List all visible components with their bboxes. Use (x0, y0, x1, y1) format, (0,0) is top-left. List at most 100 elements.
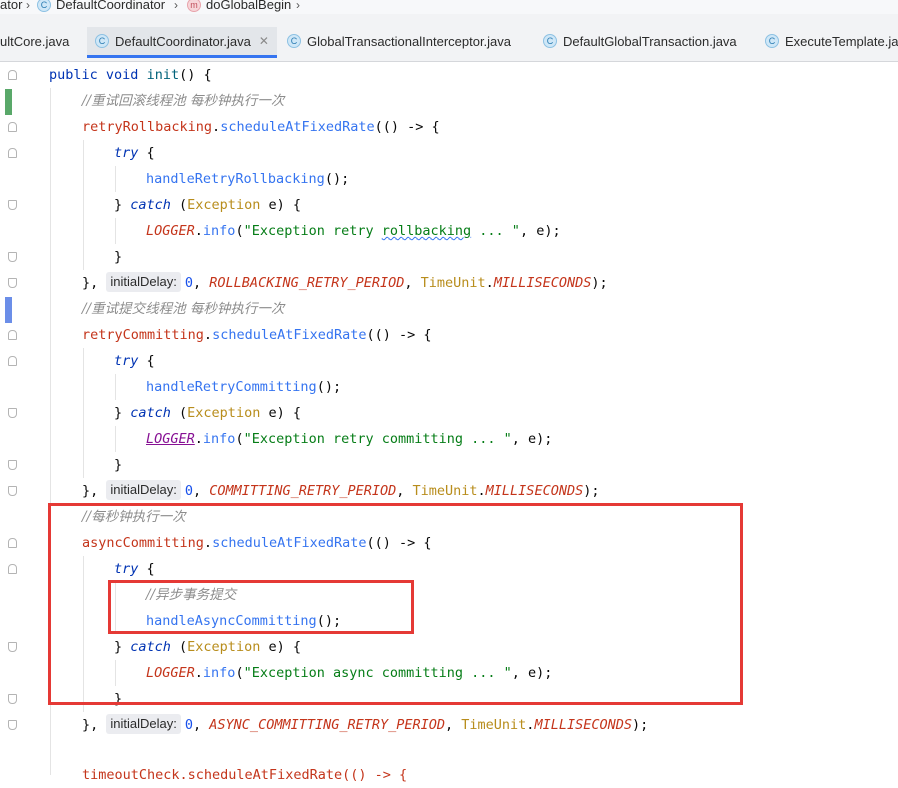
code-line: try { (114, 348, 155, 374)
punctuation: (); (316, 379, 342, 395)
breadcrumb-item-class[interactable]: C DefaultCoordinator (37, 0, 165, 12)
punctuation: ( (170, 405, 188, 421)
code-editor[interactable]: public void init() { //重试回滚线程池 每秒钟执行一次 r… (0, 62, 898, 783)
fold-icon[interactable] (8, 122, 17, 132)
class-icon: C (543, 34, 557, 48)
fold-icon[interactable] (8, 538, 17, 548)
punctuation: } (114, 405, 131, 421)
code-line: timeoutCheck.scheduleAtFixedRate(() -> { (82, 762, 407, 788)
fold-icon[interactable] (8, 486, 17, 496)
method-call: handleRetryRollbacking (146, 171, 325, 187)
code-line: }, initialDelay: 0, ROLLBACKING_RETRY_PER… (82, 272, 608, 292)
fold-icon[interactable] (8, 564, 17, 574)
punctuation: } (114, 197, 131, 213)
string-literal-typo: rollbacking (381, 223, 472, 239)
tab-label: ExecuteTemplate.jav (785, 33, 898, 49)
punctuation: (() -> { (374, 119, 440, 135)
method-call: handleRetryCommitting (146, 379, 317, 395)
code-line: handleRetryRollbacking(); (146, 166, 349, 192)
breadcrumb-label: ator (0, 0, 23, 12)
editor-tab-bar: ultCore.java C DefaultCoordinator.java ✕… (0, 14, 898, 62)
constant-ref: MILLISECONDS (534, 717, 632, 733)
tab-core[interactable]: ultCore.java (0, 28, 69, 54)
keyword: void (105, 67, 139, 83)
change-marker-added (5, 89, 12, 115)
tab-global-transactional-interceptor[interactable]: C GlobalTransactionalInterceptor.java (279, 28, 511, 54)
fold-icon[interactable] (8, 720, 17, 730)
keyword: catch (130, 197, 171, 213)
inlay-hint: initialDelay: (106, 272, 181, 292)
class-ref: Exception (187, 405, 261, 421)
keyword: try (114, 353, 139, 369)
constant-ref: COMMITTING_RETRY_PERIOD (209, 483, 397, 499)
field-ref: retryRollbacking (82, 119, 213, 135)
code-line: } (114, 452, 122, 478)
method-call: info (202, 223, 236, 239)
punctuation: () { (179, 67, 212, 83)
indent-guide (83, 140, 84, 270)
breadcrumb-label: doGlobalBegin (206, 0, 292, 12)
class-ref: TimeUnit (461, 717, 527, 733)
fold-icon[interactable] (8, 408, 17, 418)
breadcrumb: ator › C DefaultCoordinator › m doGlobalBe… (0, 0, 898, 14)
constant-ref: ASYNC_COMMITTING_RETRY_PERIOD (209, 717, 445, 733)
class-icon: C (765, 34, 779, 48)
method-icon: m (187, 0, 201, 12)
tab-default-global-transaction[interactable]: C DefaultGlobalTransaction.java (535, 28, 737, 54)
punctuation: ); (631, 717, 649, 733)
punctuation: { (138, 145, 155, 161)
keyword: try (114, 145, 139, 161)
class-icon: C (37, 0, 51, 12)
indent-guide (115, 426, 116, 452)
fold-icon[interactable] (8, 330, 17, 340)
fold-icon[interactable] (8, 200, 17, 210)
punctuation: { (138, 353, 155, 369)
fold-icon[interactable] (8, 148, 17, 158)
tab-default-coordinator[interactable]: C DefaultCoordinator.java ✕ (87, 27, 277, 58)
code-line: retryCommitting.scheduleAtFixedRate(() -… (82, 327, 432, 343)
indent-guide (83, 348, 84, 478)
keyword: catch (130, 405, 171, 421)
code-line: }, initialDelay: 0, ASYNC_COMMITTING_RETR… (82, 714, 649, 734)
punctuation: }, (82, 275, 99, 291)
static-field-ref: LOGGER (146, 223, 195, 239)
punctuation: }, (82, 717, 99, 733)
code-line: //重试回滚线程池 每秒钟执行一次 (82, 88, 284, 114)
indent-guide (115, 374, 116, 400)
class-icon: C (95, 34, 109, 48)
method-call: scheduleAtFixedRate (220, 119, 375, 135)
code-line: handleRetryCommitting(); (146, 374, 341, 400)
code-line: public void init() { (49, 62, 212, 88)
tab-label: ultCore.java (0, 33, 70, 49)
tab-execute-template[interactable]: C ExecuteTemplate.jav (757, 28, 898, 54)
code-line: LOGGER.info("Exception retry rollbacking… (146, 223, 561, 239)
breadcrumb-item-package[interactable]: ator (0, 0, 22, 12)
punctuation: } (114, 457, 123, 473)
fold-icon[interactable] (8, 278, 17, 288)
number-literal: 0 (184, 483, 194, 499)
breadcrumb-separator-icon: › (174, 0, 178, 12)
fold-icon[interactable] (8, 70, 17, 80)
punctuation: e) { (260, 405, 301, 421)
breadcrumb-separator-icon: › (296, 0, 300, 12)
close-icon[interactable]: ✕ (259, 34, 269, 48)
indent-guide (115, 166, 116, 192)
tab-label: DefaultCoordinator.java (115, 33, 251, 49)
number-literal: 0 (184, 717, 194, 733)
code-comment: //重试回滚线程池 每秒钟执行一次 (82, 93, 285, 109)
fold-icon[interactable] (8, 642, 17, 652)
inlay-hint: initialDelay: (106, 480, 181, 500)
fold-icon[interactable] (8, 460, 17, 470)
editor-gutter (0, 62, 24, 775)
fold-icon[interactable] (8, 252, 17, 262)
method-call: scheduleAtFixedRate (212, 327, 367, 343)
constant-ref: MILLISECONDS (485, 483, 584, 499)
code-line: //重试提交线程池 每秒钟执行一次 (82, 296, 284, 322)
fold-icon[interactable] (8, 694, 17, 704)
breadcrumb-item-method[interactable]: m doGlobalBegin (187, 0, 291, 12)
string-literal: "Exception retry (243, 223, 382, 239)
fold-icon[interactable] (8, 356, 17, 366)
code-line: retryRollbacking.scheduleAtFixedRate(() … (82, 119, 440, 135)
keyword: public (49, 67, 98, 83)
punctuation: ); (583, 483, 600, 499)
